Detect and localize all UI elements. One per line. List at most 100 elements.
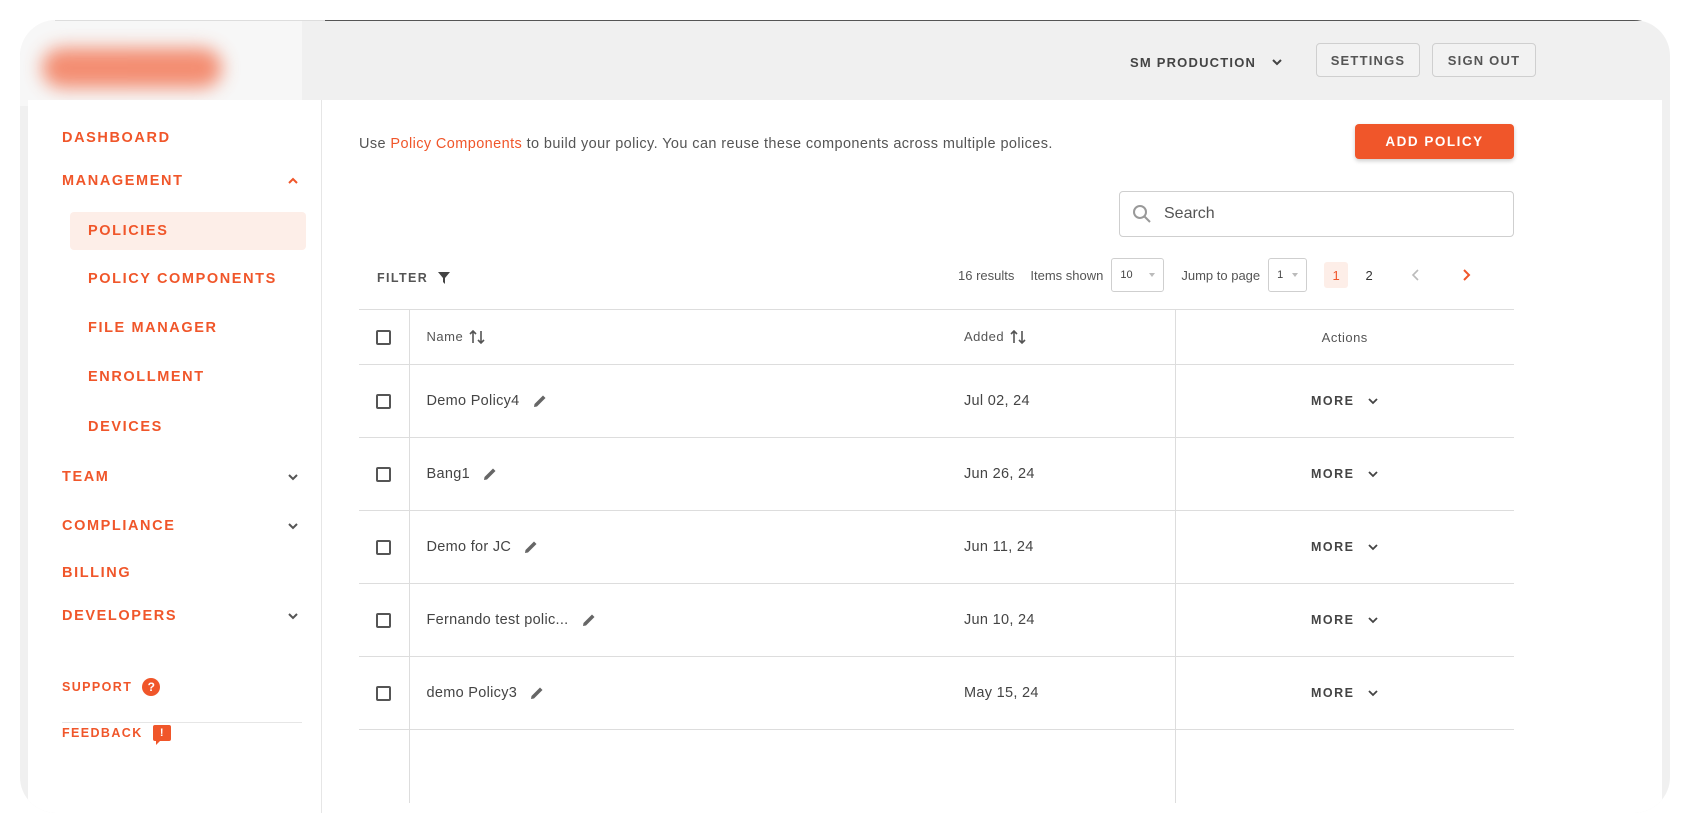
- column-name[interactable]: Name: [409, 309, 947, 365]
- chevron-up-icon[interactable]: [286, 174, 300, 188]
- chevron-down-icon: [1272, 59, 1282, 66]
- pencil-icon[interactable]: [581, 612, 597, 628]
- page-button-2[interactable]: 2: [1357, 262, 1381, 288]
- sidebar-item-compliance[interactable]: COMPLIANCE: [62, 518, 175, 534]
- policy-name[interactable]: Demo for JC: [427, 539, 512, 555]
- sidebar-item-enrollment[interactable]: ENROLLMENT: [70, 358, 306, 396]
- pencil-icon[interactable]: [482, 466, 498, 482]
- support-link[interactable]: SUPPORT ?: [62, 678, 161, 696]
- items-shown-select[interactable]: 10: [1111, 258, 1165, 292]
- added-cell: Jun 11, 24: [947, 510, 1176, 584]
- table-row[interactable]: Fernando test polic... Jun 10, 24 MORE: [359, 583, 1514, 657]
- sidebar-item-management[interactable]: MANAGEMENT: [62, 173, 312, 189]
- name-cell: [409, 730, 947, 803]
- chevron-down-icon[interactable]: [286, 470, 300, 484]
- items-shown-value: 10: [1120, 269, 1133, 281]
- filter-label: FILTER: [377, 271, 429, 285]
- table-row[interactable]: demo Policy3 May 15, 24 MORE: [359, 656, 1514, 730]
- chevron-down-icon: [1367, 471, 1378, 478]
- actions-cell: MORE: [1175, 656, 1514, 730]
- pencil-icon[interactable]: [529, 685, 545, 701]
- sidebar-item-dashboard[interactable]: DASHBOARD: [62, 130, 171, 146]
- added-cell: May 15, 24: [947, 656, 1176, 730]
- column-name-label: Name: [426, 328, 464, 344]
- policy-name[interactable]: demo Policy3: [427, 685, 518, 701]
- more-button[interactable]: MORE: [1311, 394, 1379, 408]
- chevron-down-icon: [1367, 544, 1378, 551]
- chevron-down-icon: [1367, 690, 1378, 697]
- sidebar-item-policies[interactable]: POLICIES: [70, 212, 306, 250]
- chevron-down-icon[interactable]: [286, 609, 300, 623]
- filter-button[interactable]: FILTER: [377, 271, 451, 285]
- sidebar-item-file-manager[interactable]: FILE MANAGER: [70, 309, 306, 347]
- more-label: MORE: [1311, 613, 1355, 627]
- pencil-icon[interactable]: [523, 539, 539, 555]
- row-checkbox[interactable]: [376, 612, 392, 628]
- sign-out-button[interactable]: SIGN OUT: [1432, 43, 1536, 77]
- row-checkbox[interactable]: [376, 393, 392, 409]
- table-row[interactable]: Demo Policy4 Jul 02, 24 MORE: [359, 364, 1514, 438]
- actions-cell: MORE: [1175, 364, 1514, 438]
- chevron-right-icon[interactable]: [1459, 268, 1473, 282]
- sort-icon[interactable]: [1010, 329, 1026, 345]
- row-checkbox-cell: [359, 437, 410, 511]
- row-checkbox-cell: [359, 364, 410, 438]
- table-row[interactable]: Demo for JC Jun 11, 24 MORE: [359, 510, 1514, 584]
- caret-down-icon: [1292, 273, 1299, 277]
- row-checkbox[interactable]: [376, 539, 392, 555]
- add-policy-button[interactable]: ADD POLICY: [1355, 124, 1514, 159]
- search-box[interactable]: [1119, 191, 1514, 237]
- more-button[interactable]: MORE: [1311, 686, 1379, 700]
- content-panel: DASHBOARD MANAGEMENT POLICIES POLICY COM…: [28, 100, 1662, 813]
- intro-text: Use Policy Components to build your poli…: [359, 136, 1053, 152]
- settings-button[interactable]: SETTINGS: [1316, 43, 1420, 77]
- more-button[interactable]: MORE: [1311, 540, 1379, 554]
- filter-icon: [438, 272, 451, 284]
- sidebar-item-label: MANAGEMENT: [62, 173, 184, 189]
- table-header-row: Name Added Actions: [359, 309, 1514, 365]
- logo[interactable]: [42, 48, 222, 88]
- actions-cell: [1175, 730, 1514, 803]
- table-row[interactable]: Bang1 Jun 26, 24 MORE: [359, 437, 1514, 511]
- policy-name[interactable]: Fernando test polic...: [427, 612, 569, 628]
- column-added[interactable]: Added: [947, 309, 1176, 365]
- more-button[interactable]: MORE: [1311, 613, 1379, 627]
- actions-cell: MORE: [1175, 583, 1514, 657]
- table-row: [359, 729, 1514, 803]
- policy-name[interactable]: Demo Policy4: [427, 393, 520, 409]
- more-button[interactable]: MORE: [1311, 467, 1379, 481]
- row-checkbox-cell: [359, 583, 410, 657]
- chevron-down-icon[interactable]: [286, 519, 300, 533]
- sidebar-item-policy-components[interactable]: POLICY COMPONENTS: [70, 260, 306, 298]
- sidebar-item-billing[interactable]: BILLING: [62, 565, 131, 581]
- page-button-1[interactable]: 1: [1324, 262, 1349, 288]
- feedback-icon: !: [152, 725, 171, 745]
- actions-cell: MORE: [1175, 510, 1514, 584]
- search-input[interactable]: [1164, 205, 1494, 223]
- policy-components-link[interactable]: Policy Components: [390, 136, 522, 152]
- name-cell: Demo Policy4: [409, 364, 947, 438]
- more-label: MORE: [1311, 467, 1355, 481]
- name-cell: Fernando test polic...: [409, 583, 947, 657]
- row-checkbox[interactable]: [376, 466, 392, 482]
- policy-name[interactable]: Bang1: [427, 466, 470, 482]
- sidebar-item-developers[interactable]: DEVELOPERS: [62, 608, 177, 624]
- added-cell: [947, 729, 1176, 803]
- feedback-link[interactable]: FEEDBACK !: [62, 725, 171, 745]
- name-cell: Demo for JC: [409, 510, 947, 584]
- results-count: 16 results: [958, 267, 1015, 283]
- row-checkbox[interactable]: [376, 685, 392, 701]
- select-all-checkbox[interactable]: [376, 330, 392, 346]
- chevron-left-icon[interactable]: [1409, 268, 1423, 282]
- pencil-icon[interactable]: [532, 393, 548, 409]
- sidebar-item-team[interactable]: TEAM: [62, 469, 109, 485]
- logo-area: [20, 20, 302, 106]
- header: SM PRODUCTION SETTINGS SIGN OUT: [20, 20, 1670, 106]
- added-cell: Jul 02, 24: [947, 364, 1176, 438]
- jump-to-page-value: 1: [1277, 269, 1284, 281]
- sort-icon[interactable]: [469, 329, 485, 345]
- more-label: MORE: [1311, 686, 1355, 700]
- sidebar-item-devices[interactable]: DEVICES: [70, 408, 306, 446]
- jump-to-page-select[interactable]: 1: [1268, 258, 1308, 292]
- org-selector[interactable]: SM PRODUCTION: [1130, 50, 1284, 74]
